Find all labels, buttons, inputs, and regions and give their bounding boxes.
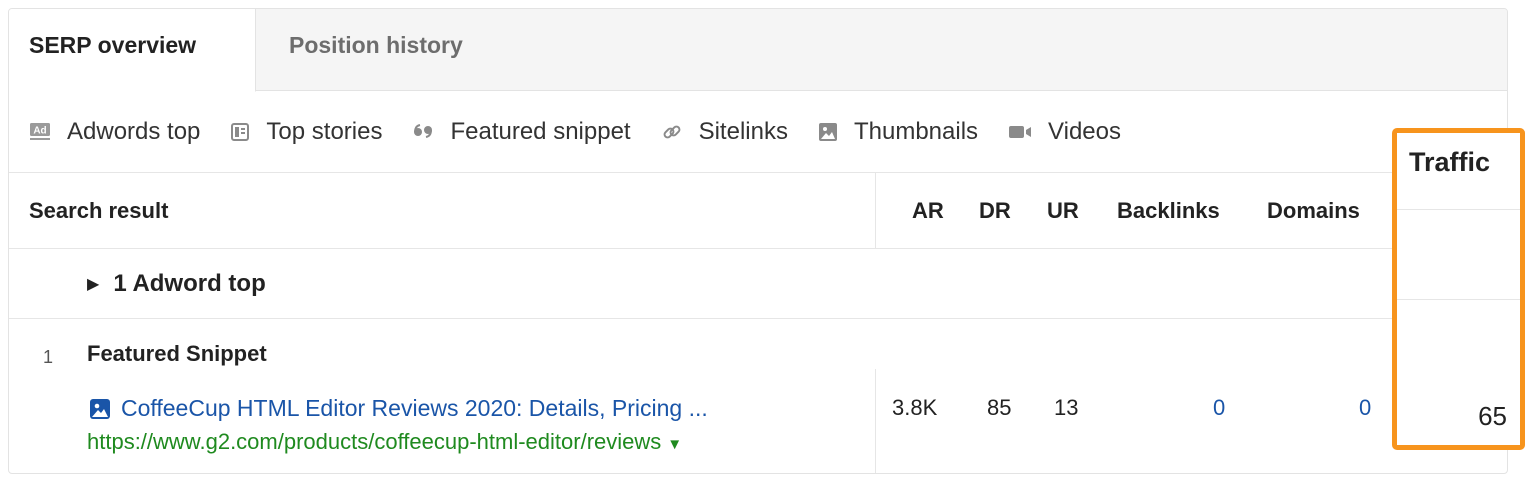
adword-group-label: 1 Adword top — [113, 270, 266, 297]
filter-label: Thumbnails — [853, 117, 979, 145]
link-icon — [661, 121, 683, 143]
filter-label: Top stories — [266, 117, 383, 145]
quote-icon — [412, 123, 434, 141]
image-icon — [818, 122, 838, 142]
header-dr[interactable]: DR — [979, 173, 1011, 249]
column-divider — [875, 369, 876, 473]
result-url: https://www.g2.com/products/coffeecup-ht… — [87, 429, 662, 454]
adword-group-toggle[interactable]: ▶ 1 Adword top — [87, 249, 266, 319]
expand-triangle-icon: ▶ — [87, 276, 100, 293]
header-traffic[interactable]: Traffic — [1409, 147, 1490, 178]
dropdown-arrow-icon[interactable]: ▼ — [667, 436, 682, 453]
header-backlinks[interactable]: Backlinks — [1117, 173, 1220, 249]
header-search-result[interactable]: Search result — [29, 173, 168, 249]
row-position: 1 — [43, 347, 54, 367]
serp-panel: SERP overview Position history Ad Adword… — [8, 8, 1508, 474]
tab-position-history[interactable]: Position history — [269, 9, 483, 91]
header-ar[interactable]: AR — [912, 173, 944, 249]
filter-videos[interactable]: Videos — [1008, 118, 1121, 146]
divider — [1397, 209, 1520, 210]
video-camera-icon — [1008, 123, 1032, 141]
adword-group-row: ▶ 1 Adword top — [9, 249, 1394, 319]
newspaper-icon — [230, 122, 250, 142]
filter-sitelinks[interactable]: Sitelinks — [661, 118, 788, 146]
ad-icon: Ad — [29, 122, 51, 142]
cell-ar: 3.8K — [892, 395, 938, 420]
divider — [1397, 299, 1520, 300]
tab-serp-overview[interactable]: SERP overview — [9, 9, 256, 92]
result-url-link[interactable]: https://www.g2.com/products/coffeecup-ht… — [87, 429, 682, 455]
filter-label: Featured snippet — [450, 117, 631, 145]
traffic-column-highlight: Traffic 65 — [1392, 128, 1525, 450]
serp-feature-label: Featured Snippet — [87, 341, 267, 366]
tab-bar: SERP overview Position history — [9, 9, 1507, 92]
cell-backlinks[interactable]: 0 — [1213, 395, 1225, 421]
filter-label: Sitelinks — [698, 117, 788, 145]
serp-feature-filters: Ad Adwords top Top stories Featured snip… — [9, 91, 1394, 173]
cell-domains[interactable]: 0 — [1359, 395, 1371, 421]
header-domains[interactable]: Domains — [1267, 173, 1360, 249]
filter-featured-snippet[interactable]: Featured snippet — [412, 117, 631, 146]
cell-traffic: 65 — [1478, 401, 1507, 431]
result-title-link[interactable]: CoffeeCup HTML Editor Reviews 2020: Deta… — [89, 395, 708, 422]
filter-thumbnails[interactable]: Thumbnails — [818, 118, 978, 146]
column-divider — [875, 173, 876, 249]
filter-top-stories[interactable]: Top stories — [230, 118, 382, 146]
svg-text:Ad: Ad — [33, 125, 46, 136]
table-header: Search result AR DR UR Backlinks Domains — [9, 173, 1394, 249]
result-title: CoffeeCup HTML Editor Reviews 2020: Deta… — [121, 395, 708, 421]
filter-label: Videos — [1048, 117, 1121, 145]
image-icon — [89, 398, 111, 420]
cell-ur: 13 — [1054, 395, 1079, 420]
filter-adwords-top[interactable]: Ad Adwords top — [29, 118, 200, 146]
header-ur[interactable]: UR — [1047, 173, 1079, 249]
cell-dr: 85 — [987, 395, 1012, 420]
filter-label: Adwords top — [67, 117, 201, 145]
